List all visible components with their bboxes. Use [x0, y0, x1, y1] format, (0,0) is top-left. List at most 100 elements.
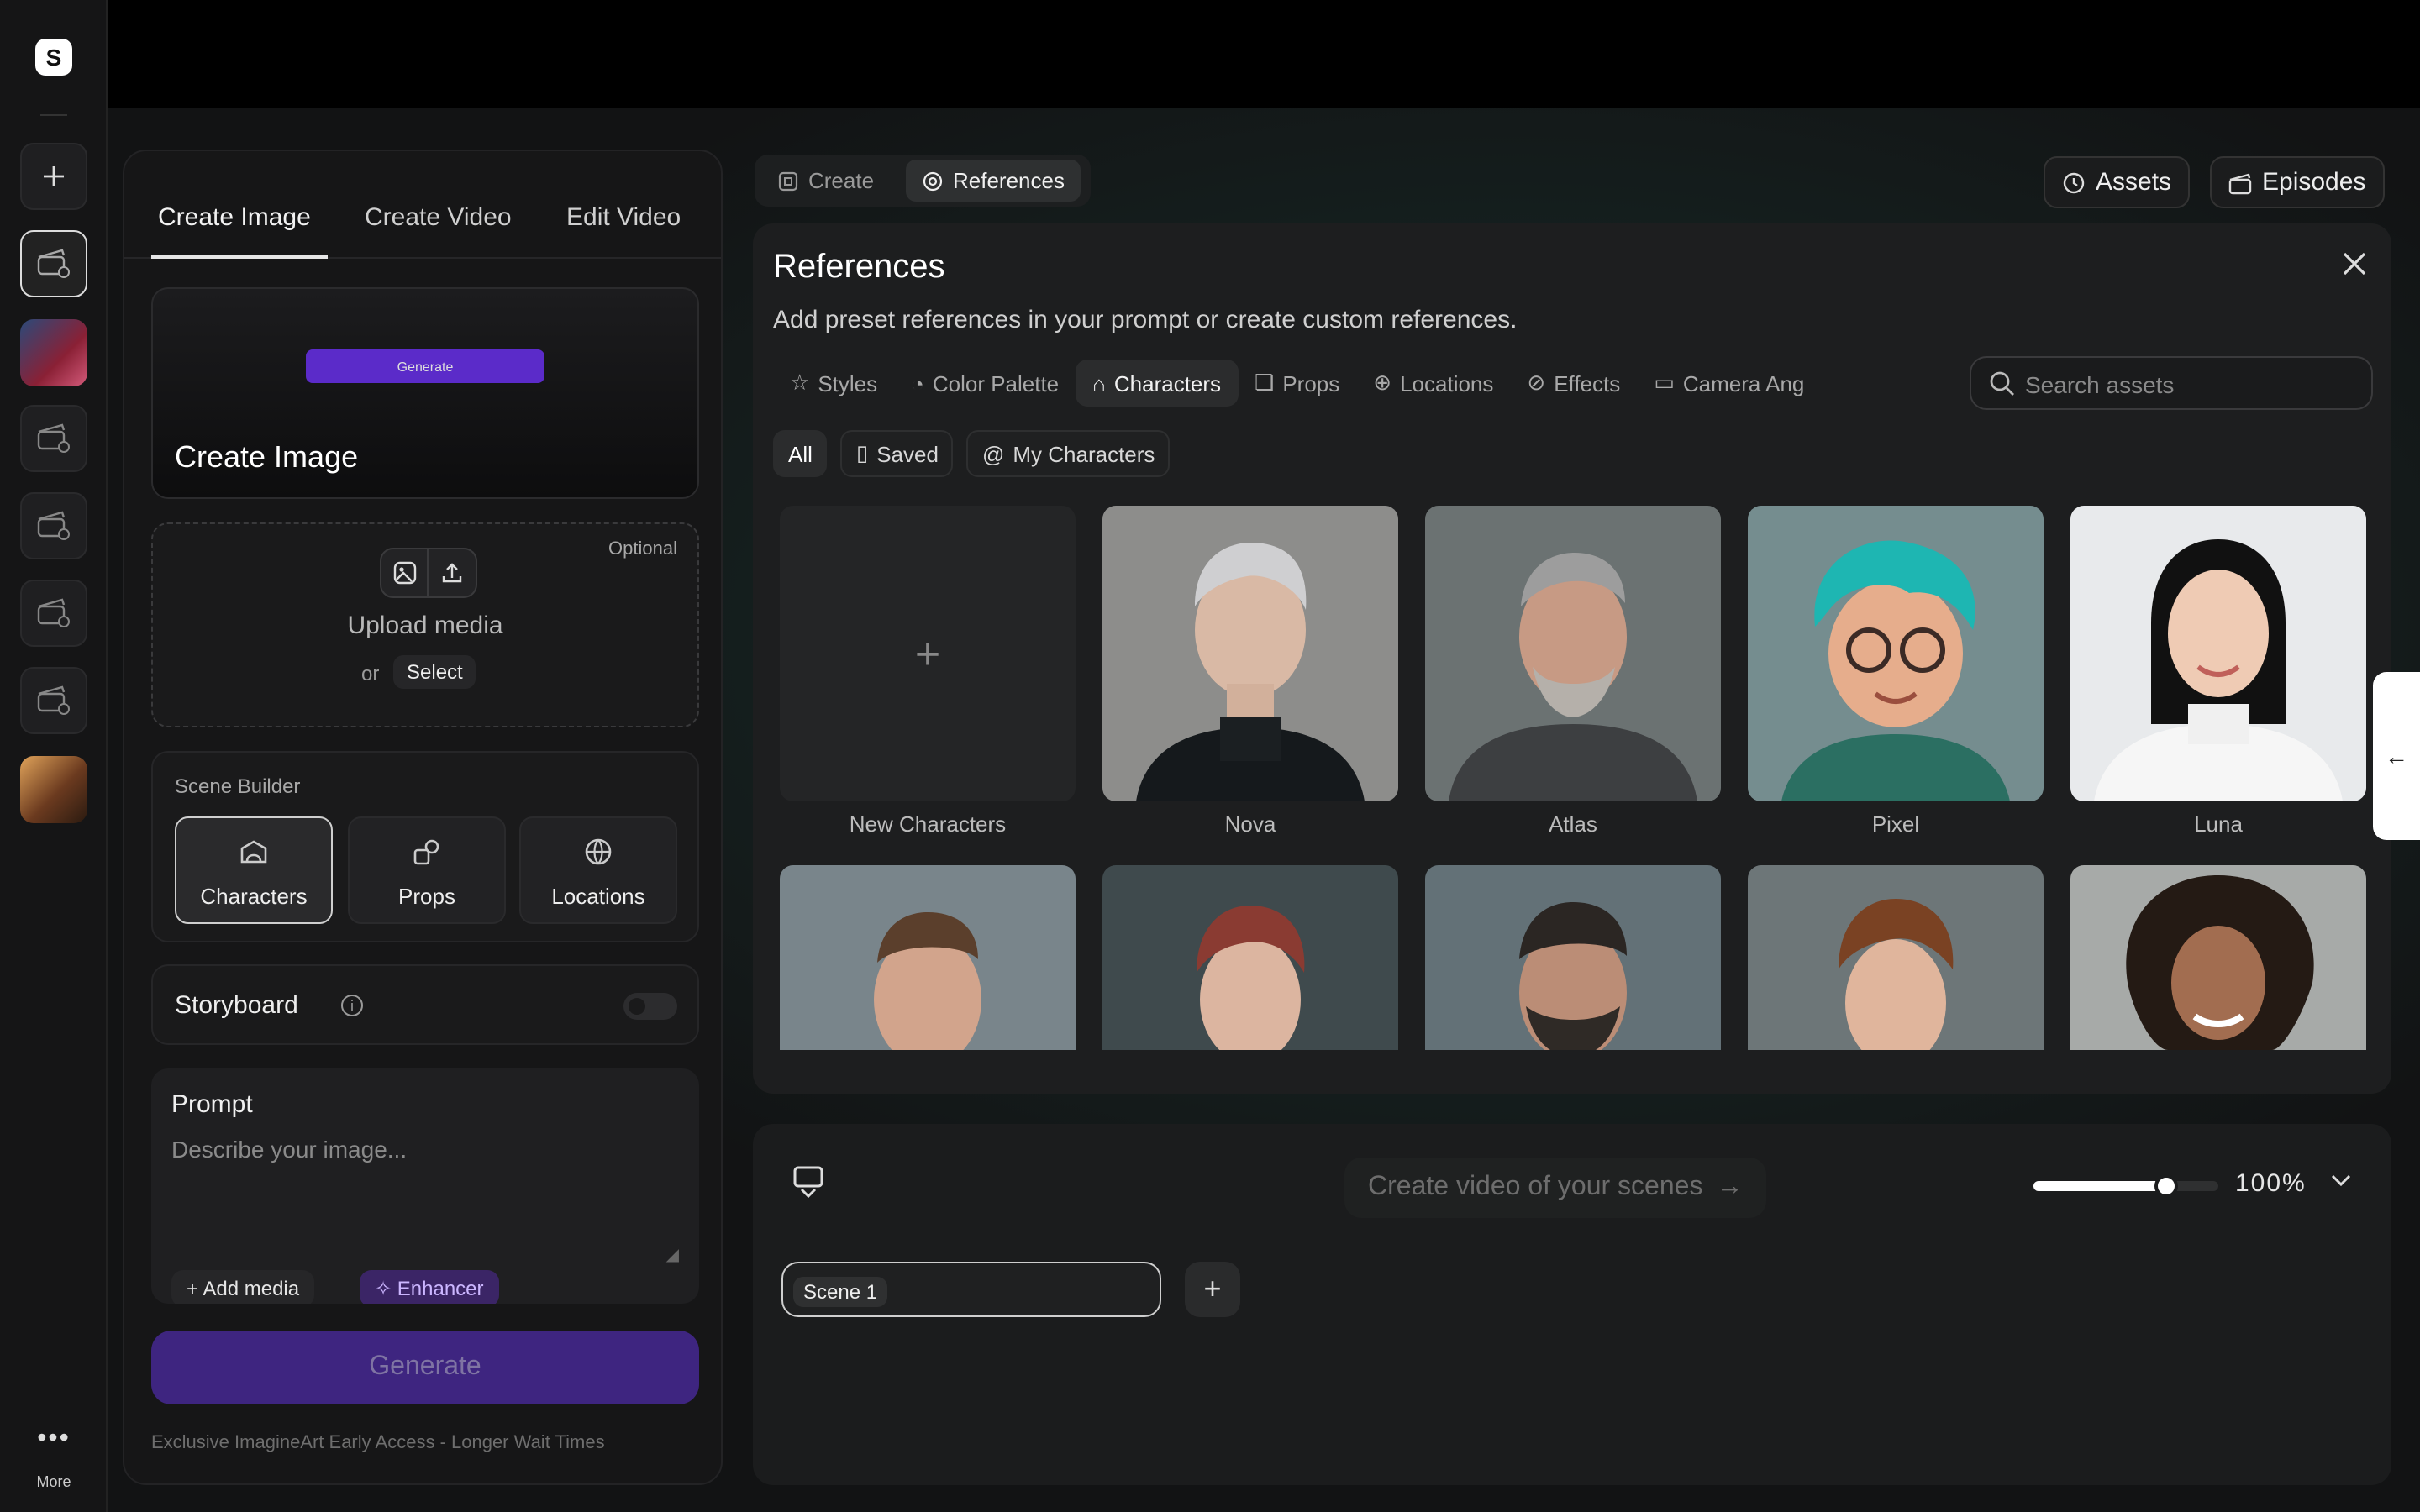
project-item-active[interactable]	[20, 230, 87, 297]
character-card-luna[interactable]: Luna	[2070, 506, 2366, 837]
zoom-value: 100%	[2235, 1169, 2307, 1198]
at-icon: @	[981, 441, 1005, 466]
scene-label: Scene 1	[793, 1277, 888, 1307]
scene-timeline: Create video of your scenes → 100% Scene…	[753, 1124, 2391, 1485]
props-label: Props	[398, 884, 455, 909]
character-name: Pixel	[1871, 811, 1920, 837]
frame-icon	[778, 171, 798, 191]
search-box	[1970, 356, 2373, 410]
more-label[interactable]: More	[0, 1473, 108, 1490]
category-label: Props	[1282, 370, 1340, 396]
tab-create-video[interactable]: Create Video	[365, 203, 512, 232]
prompt-box: Prompt ◢ + Add media ✧ Enhancer	[151, 1068, 699, 1304]
storyboard-view-icon[interactable]	[793, 1166, 823, 1200]
category-label: Characters	[1113, 370, 1222, 396]
category-camera-angles[interactable]: ▭ Camera Ang	[1637, 360, 1821, 407]
create-video-button[interactable]: Create video of your scenes →	[1344, 1158, 1767, 1218]
category-props[interactable]: ❏ Props	[1238, 360, 1356, 407]
add-scene-button[interactable]: +	[1185, 1262, 1240, 1317]
character-card-atlas[interactable]: Atlas	[1425, 506, 1721, 837]
category-color-palette[interactable]: ◔ Color Palette	[894, 360, 1076, 407]
upload-icon[interactable]	[429, 548, 477, 598]
character-card-nova[interactable]: Nova	[1102, 506, 1398, 837]
project-item[interactable]	[20, 667, 87, 734]
filter-my-characters-label: My Characters	[1013, 441, 1155, 466]
category-characters[interactable]: ⌂ Characters	[1076, 360, 1239, 407]
character-card[interactable]	[780, 865, 1076, 1050]
category-styles[interactable]: ☆ Styles	[773, 360, 894, 407]
mode-tabs: Create References	[755, 155, 1091, 207]
clapperboard-icon	[2228, 172, 2252, 194]
character-card[interactable]	[1425, 865, 1721, 1050]
project-item[interactable]	[20, 580, 87, 647]
filter-saved[interactable]: ▯ Saved	[840, 430, 954, 477]
character-portrait	[1748, 506, 2044, 801]
chevron-down-icon[interactable]	[2329, 1168, 2353, 1191]
character-card[interactable]	[1102, 865, 1398, 1050]
globe-icon: ⊕	[1373, 370, 1392, 395]
character-portrait	[1425, 506, 1721, 801]
more-icon[interactable]: •••	[0, 1425, 108, 1455]
tab-references[interactable]: References	[906, 160, 1081, 202]
create-panel: Create Image Create Video Edit Video Gen…	[123, 150, 723, 1485]
character-card-pixel[interactable]: Pixel	[1748, 506, 2044, 837]
assets-button[interactable]: Assets	[2044, 156, 2191, 208]
new-character-card[interactable]: + New Characters	[780, 506, 1076, 837]
clapperboard-icon	[37, 598, 70, 627]
at-icon	[923, 171, 943, 191]
clapperboard-icon	[37, 685, 70, 715]
app-logo[interactable]: S	[35, 39, 72, 76]
zoom-slider-handle[interactable]	[2154, 1174, 2179, 1198]
storyboard-label: Storyboard	[175, 991, 298, 1020]
app-root: S ••• More Create Image Create Video Edi…	[0, 0, 2420, 1512]
category-locations[interactable]: ⊕ Locations	[1356, 360, 1510, 407]
character-card[interactable]	[2070, 865, 2366, 1050]
enhancer-button[interactable]: ✧ Enhancer	[360, 1270, 499, 1304]
props-button[interactable]: Props	[348, 816, 506, 924]
info-icon[interactable]: i	[341, 995, 363, 1016]
sparkle-icon: ✧	[375, 1277, 397, 1300]
zoom-slider[interactable]	[2033, 1174, 2218, 1198]
project-item[interactable]	[20, 492, 87, 559]
character-card[interactable]	[1748, 865, 2044, 1050]
scene-builder: Scene Builder Characters Props Locations	[151, 751, 699, 942]
plus-icon: +	[1203, 1272, 1222, 1305]
clapperboard-icon	[37, 249, 70, 278]
card-label: New Characters	[849, 811, 1007, 837]
add-media-button[interactable]: + Add media	[171, 1270, 315, 1304]
tab-edit-video[interactable]: Edit Video	[566, 203, 681, 232]
upload-dropzone[interactable]: Optional Upload media or Select	[151, 522, 699, 727]
create-video-label: Create video of your scenes	[1368, 1173, 1703, 1201]
storyboard-toggle[interactable]	[623, 993, 677, 1020]
new-project-button[interactable]	[20, 143, 87, 210]
close-icon[interactable]	[2343, 252, 2366, 276]
preview-generate-button: Generate	[306, 349, 544, 383]
resize-handle-icon[interactable]: ◢	[666, 1247, 679, 1265]
locations-button[interactable]: Locations	[519, 816, 677, 924]
category-effects[interactable]: ⊘ Effects	[1510, 360, 1637, 407]
collapse-panel-tab[interactable]: ←	[2373, 672, 2420, 840]
project-item[interactable]	[20, 405, 87, 472]
characters-label: Characters	[200, 884, 308, 909]
character-portrait	[1748, 865, 2044, 1050]
episodes-button[interactable]: Episodes	[2210, 156, 2385, 208]
create-tabs: Create Image Create Video Edit Video	[124, 151, 721, 259]
filter-all[interactable]: All	[773, 430, 828, 477]
search-input[interactable]	[2025, 368, 2361, 402]
generate-button[interactable]: Generate	[151, 1331, 699, 1404]
prompt-input[interactable]	[171, 1136, 679, 1260]
tab-create-image[interactable]: Create Image	[158, 203, 311, 232]
project-thumbnail[interactable]	[20, 756, 87, 823]
image-icon[interactable]	[380, 548, 429, 598]
tab-create[interactable]: Create	[761, 160, 891, 202]
characters-button[interactable]: Characters	[175, 816, 333, 924]
project-thumbnail[interactable]	[20, 319, 87, 386]
palette-icon: ◔	[911, 370, 924, 396]
preview-title: Create Image	[175, 440, 359, 474]
left-rail: S ••• More	[0, 0, 108, 1512]
mode-preview-card: Generate Create Image	[151, 287, 699, 499]
select-button[interactable]: Select	[393, 655, 476, 689]
filter-my-characters[interactable]: @ My Characters	[966, 430, 1171, 477]
scene-item[interactable]: Scene 1	[781, 1262, 1161, 1317]
camera-icon: ▭	[1654, 370, 1675, 395]
